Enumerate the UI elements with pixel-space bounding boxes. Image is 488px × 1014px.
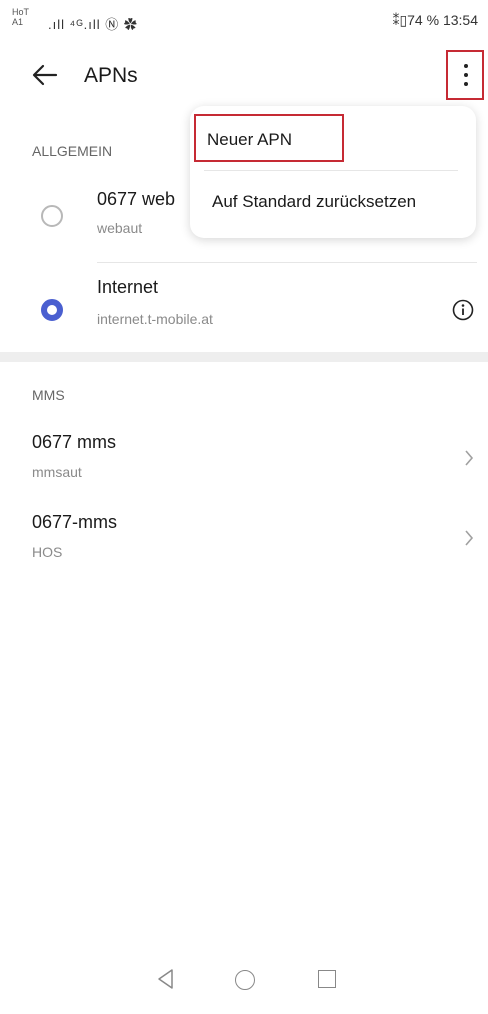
nav-back-button[interactable]: [156, 968, 176, 990]
more-options-button[interactable]: [446, 50, 484, 100]
apn-subtitle: internet.t-mobile.at: [97, 311, 213, 327]
circle-home-icon[interactable]: [235, 970, 255, 990]
arrow-left-icon: [32, 64, 58, 86]
apn-subtitle: HOS: [32, 544, 63, 560]
carrier-line-2: A1: [12, 17, 24, 27]
clock: 13:54: [442, 12, 478, 28]
chevron-right-icon: [462, 448, 476, 468]
apn-title: Internet: [97, 277, 159, 297]
info-button[interactable]: [452, 299, 474, 321]
battery-status: ⁑▯74 %: [392, 12, 440, 28]
section-label-mms: MMS: [32, 387, 65, 403]
apn-title: 0677 mms: [32, 432, 117, 452]
menu-item-reset-default[interactable]: Auf Standard zurücksetzen: [212, 192, 416, 212]
status-bar: HoT A1 .ıll ⁴ᴳ.ıll Ⓝ ✿ ⁑▯74 % 13:54: [0, 0, 488, 40]
section-separator: [0, 352, 488, 362]
info-icon: [452, 299, 474, 321]
carrier-line-1: HoT: [12, 7, 30, 17]
apn-title: 0677-mms: [32, 512, 118, 532]
apn-row-internet[interactable]: Internet internet.t-mobile.at: [0, 266, 488, 346]
section-label-allgemein: ALLGEMEIN: [32, 143, 113, 159]
apn-subtitle: webaut: [97, 220, 143, 236]
back-button[interactable]: [28, 58, 62, 92]
signal-icons: .ıll ⁴ᴳ.ıll Ⓝ ✿: [48, 17, 138, 32]
apn-row-0677-mms[interactable]: 0677 mms mmsaut: [0, 424, 488, 488]
page-title: APNs: [84, 64, 138, 87]
chevron-right-icon: [462, 528, 476, 548]
apn-title: 0677 web: [97, 189, 176, 209]
menu-item-new-apn[interactable]: Neuer APN: [194, 114, 344, 162]
apn-row-0677-mms-hos[interactable]: 0677-mms HOS: [0, 504, 488, 568]
radio-button[interactable]: [41, 205, 63, 227]
overflow-menu: Neuer APN Auf Standard zurücksetzen: [190, 106, 476, 238]
triangle-back-icon: [158, 969, 173, 989]
carrier-label: HoT A1: [12, 7, 29, 27]
status-right: ⁑▯74 % 13:54: [392, 12, 478, 29]
menu-divider: [204, 170, 458, 171]
apn-subtitle: mmsaut: [32, 464, 82, 480]
radio-button-selected[interactable]: [41, 299, 63, 321]
divider: [97, 262, 477, 263]
square-recents-icon[interactable]: [318, 970, 336, 988]
